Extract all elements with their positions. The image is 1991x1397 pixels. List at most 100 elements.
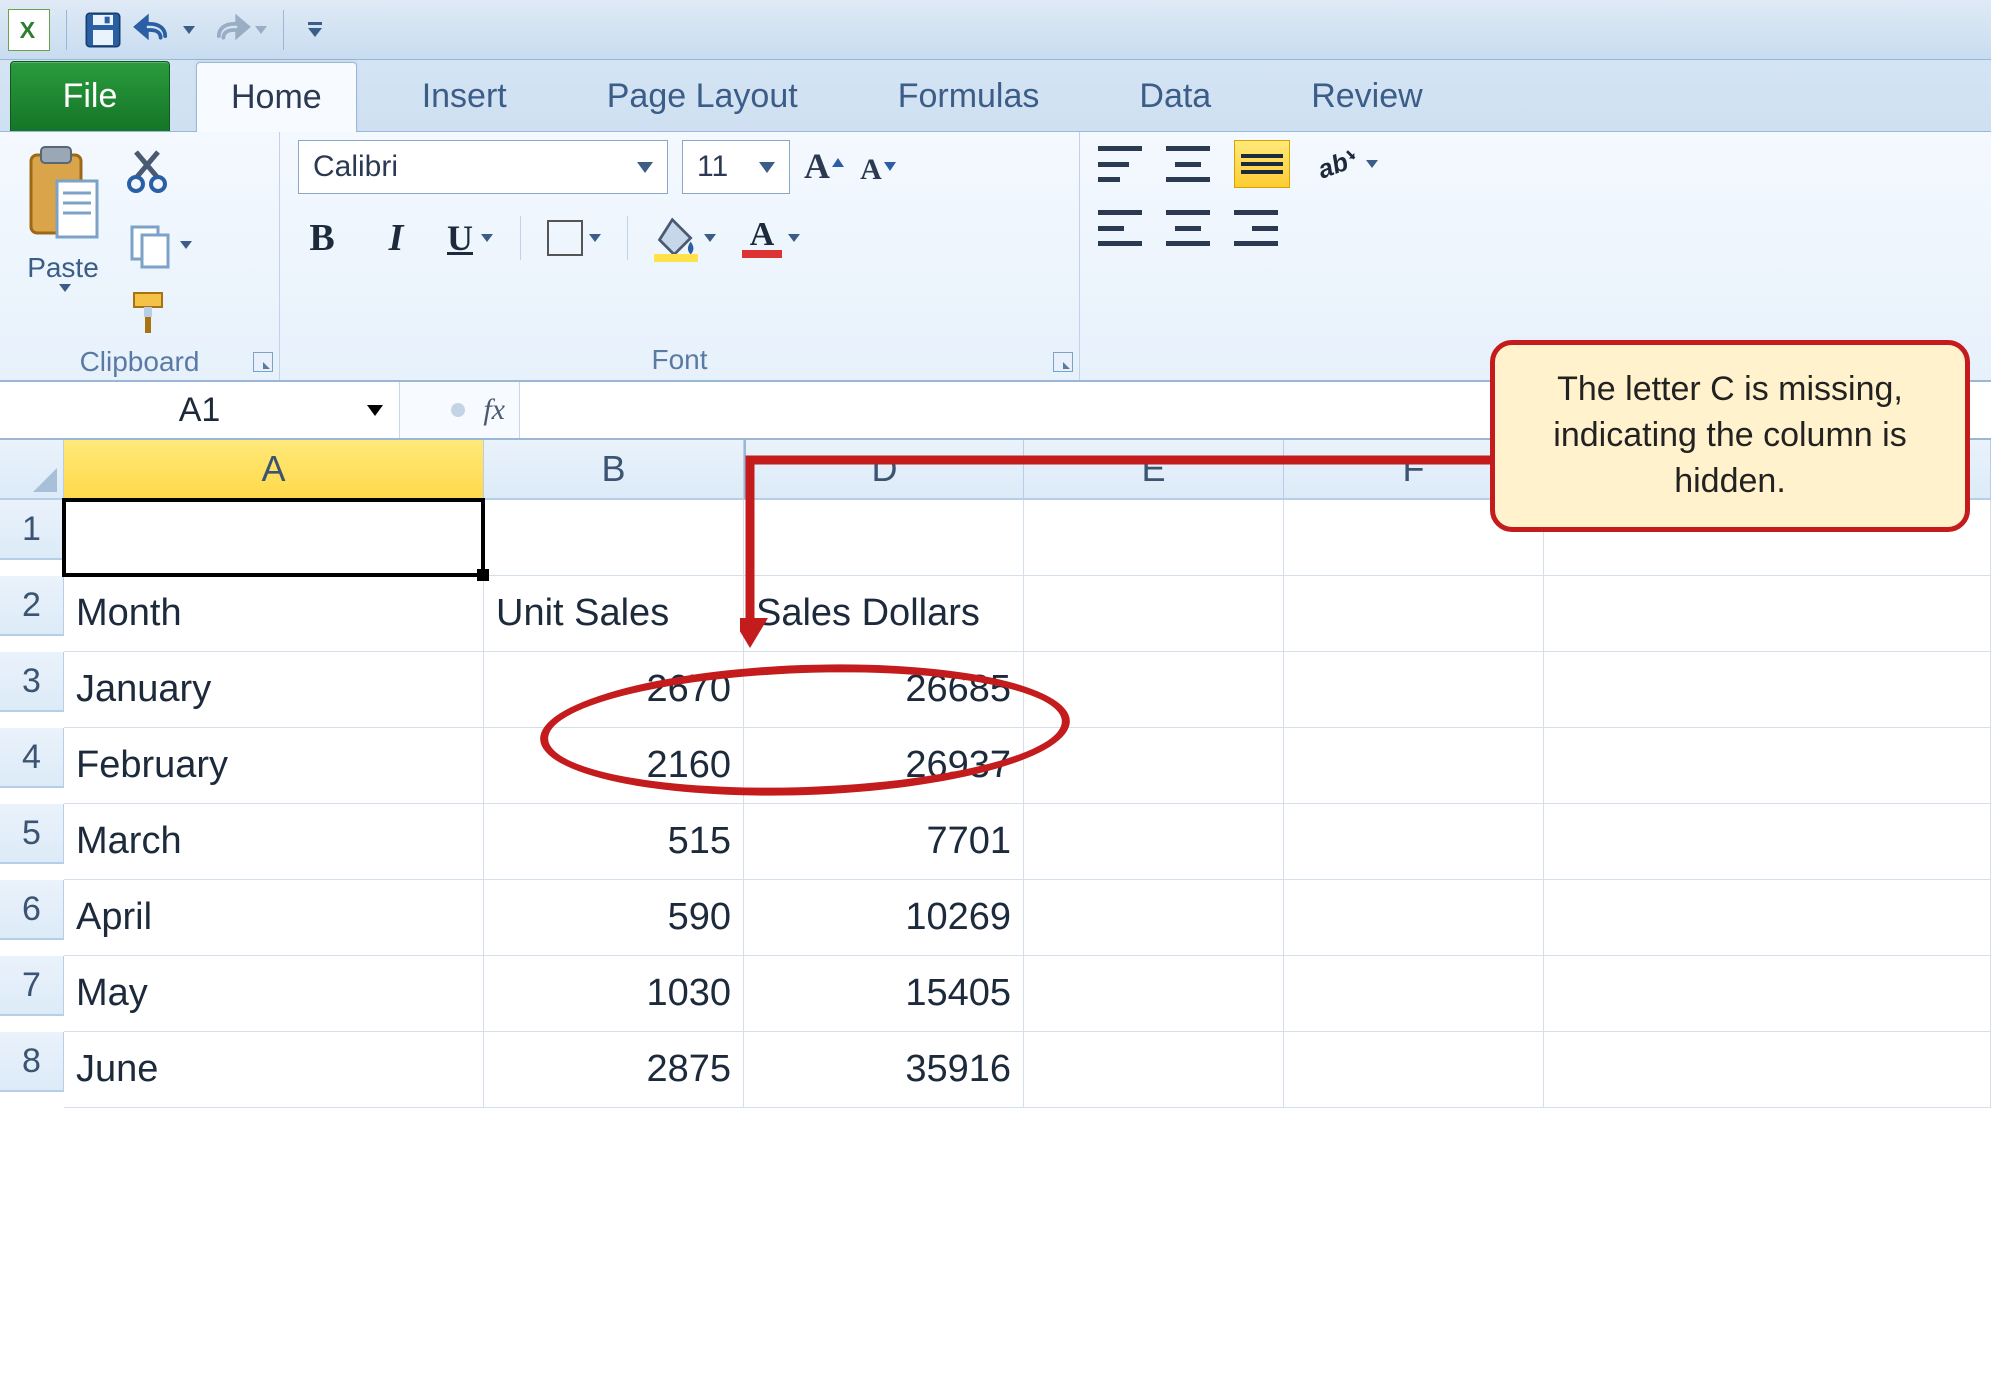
cell[interactable] bbox=[1284, 728, 1544, 804]
font-color-button[interactable]: A bbox=[742, 216, 800, 260]
fx-icon[interactable]: fx bbox=[483, 393, 505, 427]
row-header[interactable]: 3 bbox=[0, 652, 64, 712]
row-header[interactable]: 5 bbox=[0, 804, 64, 864]
cell[interactable] bbox=[1284, 1032, 1544, 1108]
tab-review[interactable]: Review bbox=[1276, 61, 1457, 131]
column-header-A[interactable]: A bbox=[64, 440, 484, 500]
orientation-dropdown-icon[interactable] bbox=[1366, 160, 1378, 168]
format-painter-button[interactable] bbox=[126, 289, 192, 344]
align-right-button[interactable] bbox=[1234, 210, 1278, 246]
cell[interactable] bbox=[1544, 880, 1991, 956]
decrease-font-size-button[interactable]: A bbox=[858, 147, 898, 187]
align-bottom-button[interactable] bbox=[1234, 140, 1290, 188]
cell[interactable]: 15405 bbox=[744, 956, 1024, 1032]
cell[interactable] bbox=[1544, 576, 1991, 652]
cell[interactable]: March bbox=[64, 804, 484, 880]
cell[interactable] bbox=[1284, 804, 1544, 880]
cell[interactable]: Sales Dollars bbox=[744, 576, 1024, 652]
align-center-button[interactable] bbox=[1166, 210, 1210, 246]
tab-insert[interactable]: Insert bbox=[387, 61, 542, 131]
borders-dropdown-icon[interactable] bbox=[589, 234, 601, 242]
cell[interactable]: 2875 bbox=[484, 1032, 744, 1108]
column-header-D[interactable]: D bbox=[744, 440, 1024, 500]
row-header[interactable]: 6 bbox=[0, 880, 64, 940]
fill-color-dropdown-icon[interactable] bbox=[704, 234, 716, 242]
cell[interactable] bbox=[1024, 500, 1284, 576]
font-size-select[interactable]: 11 bbox=[682, 140, 790, 194]
cell[interactable]: 2160 bbox=[484, 728, 744, 804]
cell-A1[interactable] bbox=[64, 500, 484, 576]
paste-dropdown-icon[interactable] bbox=[59, 284, 71, 292]
align-top-button[interactable] bbox=[1098, 146, 1142, 182]
chevron-down-icon[interactable] bbox=[367, 405, 383, 416]
bold-button[interactable]: B bbox=[298, 214, 346, 262]
tab-home[interactable]: Home bbox=[196, 62, 357, 132]
borders-button[interactable] bbox=[547, 220, 601, 256]
tab-page-layout[interactable]: Page Layout bbox=[572, 61, 833, 131]
cell[interactable]: 26937 bbox=[744, 728, 1024, 804]
cell[interactable]: January bbox=[64, 652, 484, 728]
tab-formulas[interactable]: Formulas bbox=[863, 61, 1075, 131]
name-box[interactable]: A1 bbox=[0, 382, 400, 438]
cell[interactable]: 515 bbox=[484, 804, 744, 880]
cell[interactable] bbox=[1544, 956, 1991, 1032]
cell[interactable] bbox=[1284, 880, 1544, 956]
font-color-dropdown-icon[interactable] bbox=[788, 234, 800, 242]
align-left-button[interactable] bbox=[1098, 210, 1142, 246]
cell[interactable] bbox=[1024, 804, 1284, 880]
cell[interactable]: Month bbox=[64, 576, 484, 652]
redo-dropdown-icon[interactable] bbox=[255, 26, 267, 34]
cell[interactable]: 590 bbox=[484, 880, 744, 956]
row-header[interactable]: 8 bbox=[0, 1032, 64, 1092]
worksheet-grid[interactable]: A B D E F 1 2 Month Unit Sales Sales Dol… bbox=[0, 440, 1991, 1108]
row-header[interactable]: 2 bbox=[0, 576, 64, 636]
cell[interactable] bbox=[1544, 652, 1991, 728]
fill-handle[interactable] bbox=[477, 569, 489, 581]
fill-color-button[interactable] bbox=[654, 214, 716, 262]
cell[interactable] bbox=[1024, 728, 1284, 804]
cell[interactable] bbox=[1284, 652, 1544, 728]
cell[interactable] bbox=[1024, 576, 1284, 652]
cell[interactable]: May bbox=[64, 956, 484, 1032]
cell[interactable]: 26685 bbox=[744, 652, 1024, 728]
undo-dropdown-icon[interactable] bbox=[183, 26, 195, 34]
cell[interactable] bbox=[1544, 1032, 1991, 1108]
copy-dropdown-icon[interactable] bbox=[180, 241, 192, 249]
row-header[interactable]: 7 bbox=[0, 956, 64, 1016]
tab-data[interactable]: Data bbox=[1104, 61, 1246, 131]
cell[interactable]: 35916 bbox=[744, 1032, 1024, 1108]
cell[interactable] bbox=[1024, 652, 1284, 728]
orientation-button[interactable]: ab bbox=[1314, 142, 1378, 186]
cell[interactable] bbox=[744, 500, 1024, 576]
underline-button[interactable]: U bbox=[446, 214, 494, 262]
cell[interactable]: 2670 bbox=[484, 652, 744, 728]
undo-button[interactable] bbox=[133, 11, 195, 49]
cell[interactable]: April bbox=[64, 880, 484, 956]
customize-qat-button[interactable] bbox=[306, 22, 324, 37]
row-header[interactable]: 1 bbox=[0, 500, 64, 560]
italic-button[interactable]: I bbox=[372, 214, 420, 262]
select-all-cell[interactable] bbox=[0, 440, 64, 500]
font-dialog-launcher[interactable] bbox=[1053, 352, 1073, 372]
increase-font-size-button[interactable]: A bbox=[804, 147, 844, 187]
copy-button[interactable] bbox=[126, 221, 192, 269]
cell[interactable]: 1030 bbox=[484, 956, 744, 1032]
cell[interactable]: 7701 bbox=[744, 804, 1024, 880]
cell[interactable] bbox=[484, 500, 744, 576]
underline-dropdown-icon[interactable] bbox=[481, 234, 493, 242]
cell[interactable]: February bbox=[64, 728, 484, 804]
cell[interactable] bbox=[1024, 880, 1284, 956]
save-button[interactable] bbox=[83, 10, 123, 50]
cell[interactable] bbox=[1284, 576, 1544, 652]
column-header-B[interactable]: B bbox=[484, 440, 744, 500]
cell[interactable] bbox=[1284, 956, 1544, 1032]
row-header[interactable]: 4 bbox=[0, 728, 64, 788]
cell[interactable] bbox=[1544, 804, 1991, 880]
cell[interactable]: June bbox=[64, 1032, 484, 1108]
cell[interactable] bbox=[1544, 728, 1991, 804]
cell[interactable] bbox=[1024, 1032, 1284, 1108]
file-tab[interactable]: File bbox=[10, 61, 170, 131]
paste-button[interactable] bbox=[18, 140, 108, 250]
cut-button[interactable] bbox=[126, 146, 192, 201]
clipboard-dialog-launcher[interactable] bbox=[253, 352, 273, 372]
